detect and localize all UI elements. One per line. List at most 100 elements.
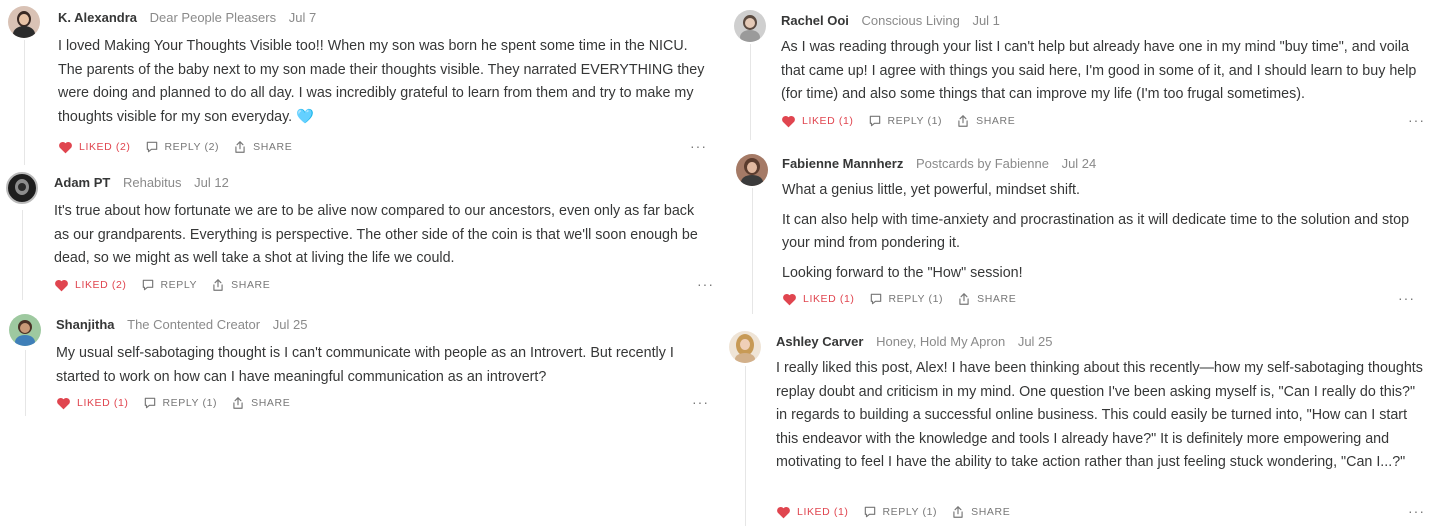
author-name[interactable]: Shanjitha [56, 317, 115, 332]
author-name[interactable]: Rachel Ooi [781, 13, 849, 28]
comment-actions: LIKED (1) REPLY (1) SHARE [56, 395, 304, 411]
comment-actions: LIKED (1) REPLY (1) SHARE [776, 504, 1024, 520]
more-options-icon[interactable]: ··· [690, 138, 707, 154]
more-options-icon[interactable]: ··· [1398, 290, 1415, 306]
heart-icon [59, 141, 72, 153]
comment-date[interactable]: Jul 24 [1062, 156, 1097, 171]
like-count: LIKED (1) [797, 506, 849, 518]
heart-icon [55, 279, 68, 291]
comment-body: I loved Making Your Thoughts Visible too… [58, 35, 706, 129]
thread-line [752, 188, 753, 314]
share-icon [213, 279, 223, 291]
reply-button[interactable]: REPLY (1) [143, 396, 218, 410]
comment-bubble-icon [869, 115, 880, 127]
avatar[interactable] [6, 172, 38, 204]
more-options-icon[interactable]: ··· [1408, 503, 1425, 519]
comment-bubble-icon [864, 506, 875, 518]
avatar[interactable] [729, 331, 761, 363]
comment-text: It's true about how fortunate we are to … [54, 203, 698, 266]
like-count: LIKED (1) [803, 293, 855, 305]
comment-actions: LIKED (2) REPLY (2) SHARE [58, 139, 306, 155]
share-button[interactable]: SHARE [951, 505, 1010, 519]
share-label: SHARE [253, 141, 293, 153]
share-button[interactable]: SHARE [211, 278, 270, 292]
comment-date[interactable]: Jul 7 [289, 10, 316, 25]
share-button[interactable]: SHARE [233, 140, 292, 154]
reply-label: REPLY (1) [887, 115, 943, 127]
reply-label: REPLY (1) [162, 397, 218, 409]
reply-button[interactable]: REPLY (1) [863, 505, 938, 519]
share-label: SHARE [976, 115, 1016, 127]
comment-bubble-icon [146, 141, 157, 153]
share-button[interactable]: SHARE [957, 292, 1016, 306]
comment-body: My usual self-sabotaging thought is I ca… [56, 342, 706, 389]
heart-icon [783, 293, 796, 305]
reply-label: REPLY [160, 279, 198, 291]
share-button[interactable]: SHARE [231, 396, 290, 410]
like-count: LIKED (2) [75, 279, 127, 291]
publication-name[interactable]: Dear People Pleasers [150, 10, 276, 25]
share-icon [953, 506, 963, 518]
author-name[interactable]: Adam PT [54, 175, 110, 190]
comment-bubble-icon [144, 397, 155, 409]
share-button[interactable]: SHARE [956, 114, 1015, 128]
publication-name[interactable]: Rehabitus [123, 175, 182, 190]
comment-meta: Ashley Carver Honey, Hold My Apron Jul 2… [776, 334, 1053, 350]
more-options-icon[interactable]: ··· [697, 276, 714, 292]
share-icon [959, 293, 969, 305]
comment-date[interactable]: Jul 1 [972, 13, 999, 28]
like-button[interactable]: LIKED (1) [782, 293, 855, 306]
comment-meta: Rachel Ooi Conscious Living Jul 1 [781, 13, 1000, 29]
like-button[interactable]: LIKED (1) [56, 397, 129, 410]
author-name[interactable]: Ashley Carver [776, 334, 863, 349]
thread-line [25, 350, 26, 416]
reply-label: REPLY (1) [888, 293, 944, 305]
avatar[interactable] [9, 314, 41, 346]
comment-date[interactable]: Jul 25 [273, 317, 308, 332]
more-options-icon[interactable]: ··· [1408, 112, 1425, 128]
publication-name[interactable]: Postcards by Fabienne [916, 156, 1049, 171]
comment-date[interactable]: Jul 12 [194, 175, 229, 190]
like-button[interactable]: LIKED (1) [781, 115, 854, 128]
comment-text: As I was reading through your list I can… [781, 39, 1417, 102]
like-count: LIKED (2) [79, 141, 131, 153]
comment-paragraph: What a genius little, yet powerful, mind… [782, 182, 1080, 198]
publication-name[interactable]: Conscious Living [862, 13, 960, 28]
heart-icon [57, 397, 70, 409]
avatar[interactable] [736, 154, 768, 186]
like-button[interactable]: LIKED (2) [58, 141, 131, 154]
comment-actions: LIKED (1) REPLY (1) SHARE [782, 291, 1030, 307]
author-name[interactable]: Fabienne Mannherz [782, 156, 903, 171]
comment-date[interactable]: Jul 25 [1018, 334, 1053, 349]
reply-button[interactable]: REPLY (2) [145, 140, 220, 154]
reply-label: REPLY (1) [882, 506, 938, 518]
like-button[interactable]: LIKED (1) [776, 506, 849, 519]
comment-actions: LIKED (1) REPLY (1) SHARE [781, 113, 1029, 129]
share-label: SHARE [971, 506, 1011, 518]
avatar[interactable] [8, 6, 40, 38]
reply-button[interactable]: REPLY (1) [868, 114, 943, 128]
like-count: LIKED (1) [77, 397, 129, 409]
thread-line [22, 210, 23, 300]
heart-icon [782, 115, 795, 127]
thread-line [750, 44, 751, 140]
reply-label: REPLY (2) [164, 141, 220, 153]
more-options-icon[interactable]: ··· [692, 394, 709, 410]
like-button[interactable]: LIKED (2) [54, 279, 127, 292]
share-label: SHARE [231, 279, 271, 291]
reply-button[interactable]: REPLY (1) [869, 292, 944, 306]
comment-meta: Shanjitha The Contented Creator Jul 25 [56, 317, 307, 333]
reply-button[interactable]: REPLY [141, 278, 198, 292]
publication-name[interactable]: The Contented Creator [127, 317, 260, 332]
comment-body: What a genius little, yet powerful, mind… [782, 179, 1412, 285]
comment-meta: Fabienne Mannherz Postcards by Fabienne … [782, 156, 1096, 172]
comment-actions: LIKED (2) REPLY SHARE [54, 277, 284, 293]
publication-name[interactable]: Honey, Hold My Apron [876, 334, 1005, 349]
comment-meta: Adam PT Rehabitus Jul 12 [54, 175, 229, 191]
comment-paragraph: Looking forward to the "How" session! [782, 264, 1023, 281]
comment-bubble-icon [142, 279, 153, 291]
avatar[interactable] [734, 10, 766, 42]
like-count: LIKED (1) [802, 115, 854, 127]
comment-meta: K. Alexandra Dear People Pleasers Jul 7 [58, 10, 316, 26]
author-name[interactable]: K. Alexandra [58, 10, 137, 25]
